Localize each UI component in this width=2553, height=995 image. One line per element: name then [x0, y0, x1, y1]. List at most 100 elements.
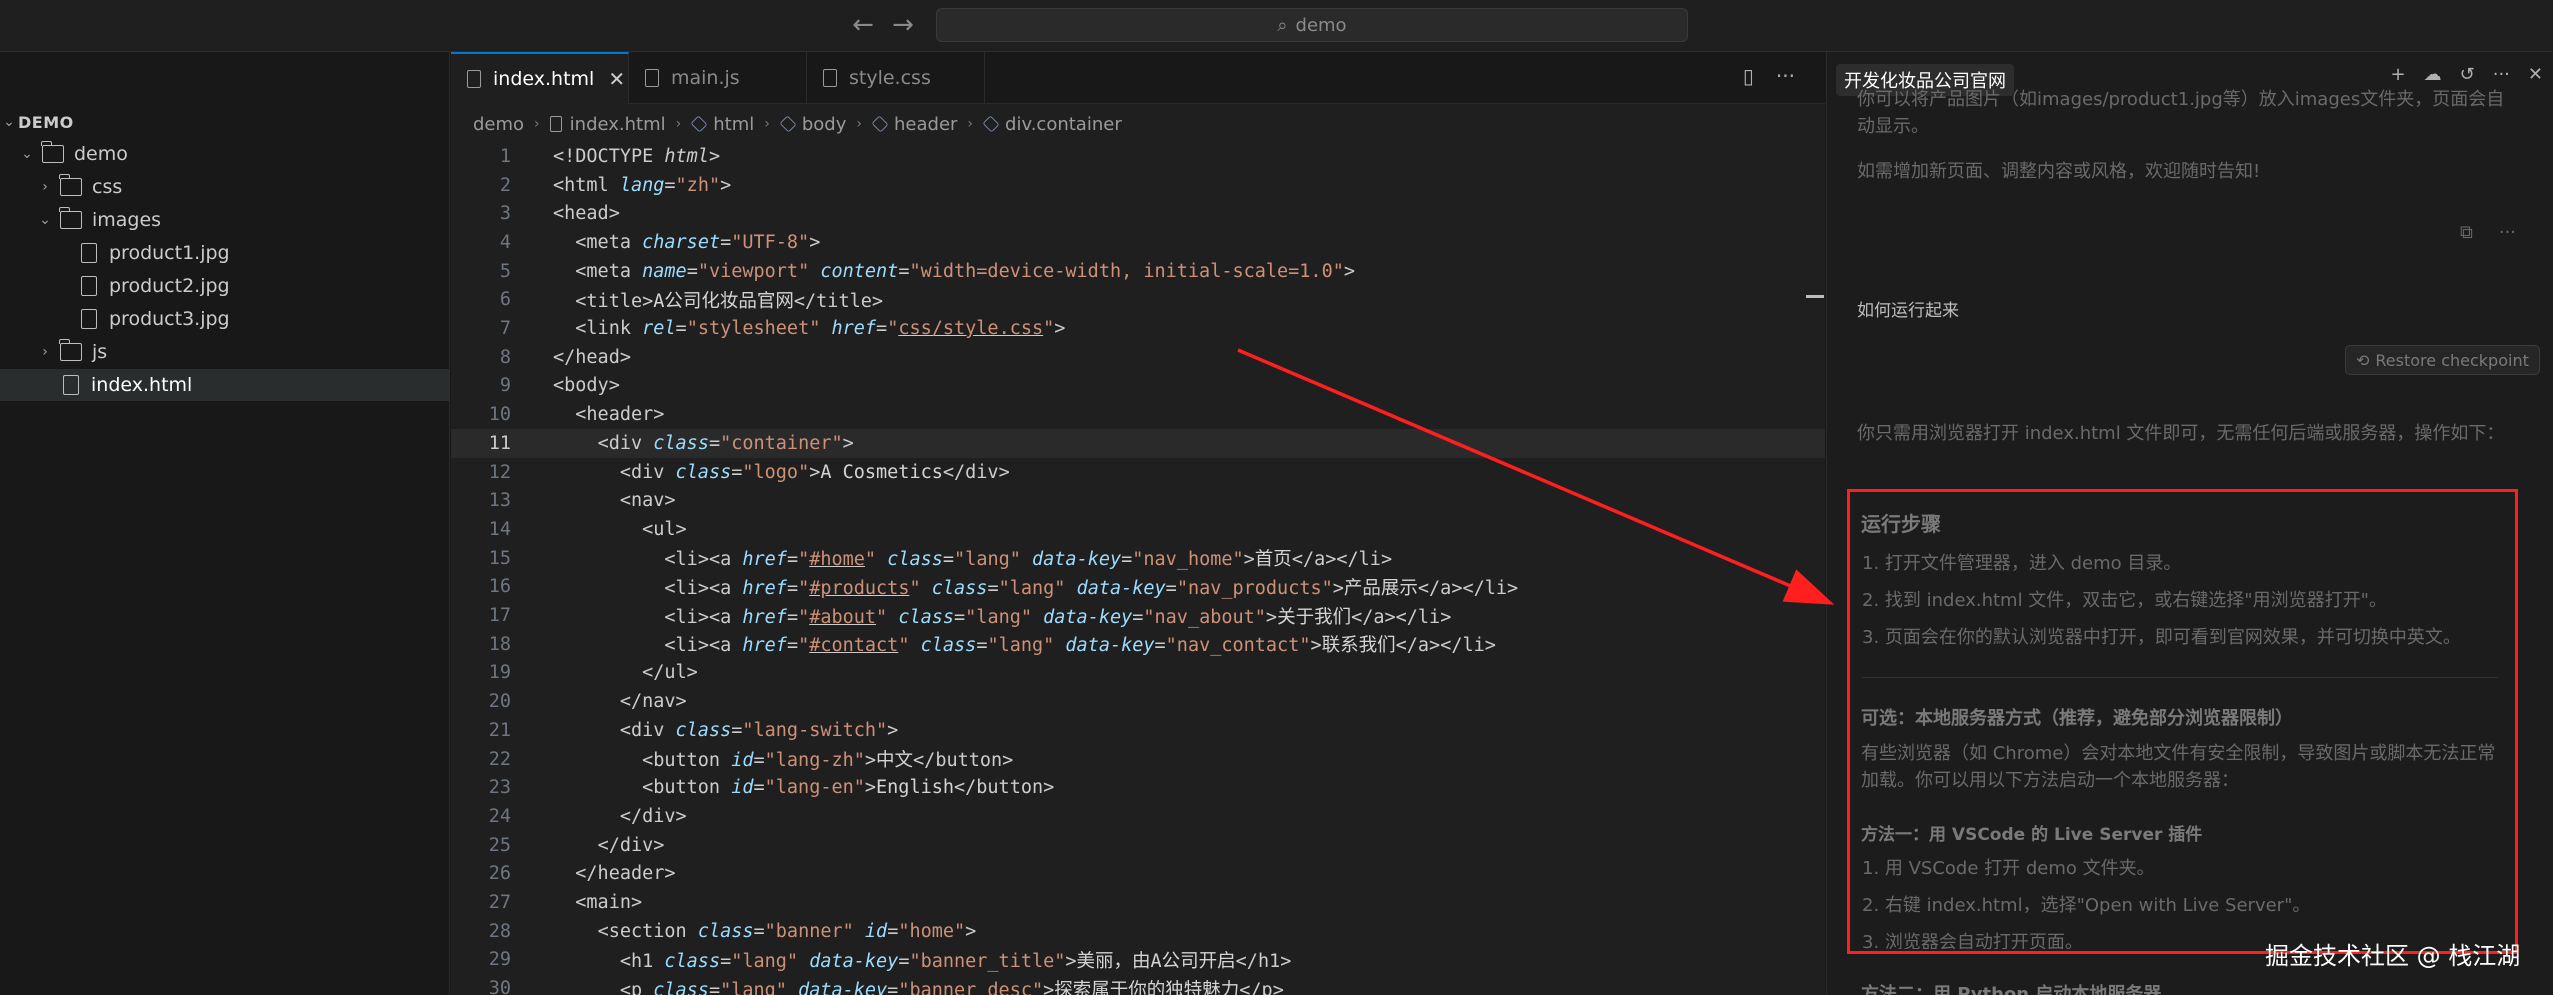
- code-text: <header>: [575, 404, 665, 426]
- code-line[interactable]: 15 <li><a href="#home" class="lang" data…: [451, 544, 1825, 573]
- code-line[interactable]: 20 </nav>: [451, 687, 1825, 716]
- code-line[interactable]: 26 </header>: [451, 860, 1825, 889]
- code-line[interactable]: 9 <body>: [451, 372, 1825, 401]
- folder-open-icon: [59, 207, 82, 229]
- split-editor-icon[interactable]: ▯: [1743, 64, 1754, 88]
- code-line[interactable]: 13 <nav>: [451, 486, 1825, 515]
- breadcrumb-item[interactable]: body: [802, 114, 847, 135]
- line-number: 26: [488, 863, 511, 885]
- breadcrumb-item[interactable]: header: [894, 114, 957, 135]
- file-icon: [645, 69, 659, 87]
- minimap-indicator[interactable]: [1806, 295, 1824, 298]
- line-number: 18: [488, 633, 511, 655]
- chevron-down-icon[interactable]: ⌄: [36, 212, 54, 228]
- code-line[interactable]: 18 <li><a href="#contact" class="lang" d…: [451, 630, 1825, 659]
- chevron-right-icon: ›: [675, 116, 682, 132]
- new-chat-icon[interactable]: +: [2391, 64, 2406, 85]
- tab-label: style.css: [849, 67, 931, 89]
- watermark: 掘金技术社区 @ 栈江湖: [2265, 942, 2521, 970]
- code-line[interactable]: 14 <ul>: [451, 515, 1825, 544]
- more-actions-icon[interactable]: ···: [1776, 64, 1795, 88]
- code-line[interactable]: 22 <button id="lang-zh">中文</button>: [451, 745, 1825, 774]
- code-line[interactable]: 19 </ul>: [451, 659, 1825, 688]
- copy-icon[interactable]: ⧉: [2460, 222, 2473, 243]
- tab-style-css[interactable]: style.css: [807, 52, 985, 104]
- file-icon: [81, 309, 97, 329]
- tab-main-js[interactable]: main.js: [629, 52, 807, 104]
- code-text: <meta charset="UTF-8">: [575, 231, 821, 253]
- code-line[interactable]: 8 </head>: [451, 343, 1825, 372]
- code-line[interactable]: 30 <p class="lang" data-key="banner_desc…: [451, 974, 1825, 995]
- cloud-icon[interactable]: ☁: [2424, 64, 2442, 85]
- chevron-down-icon[interactable]: ⌄: [18, 146, 36, 162]
- code-line[interactable]: 3 <head>: [451, 199, 1825, 228]
- tree-item-demo[interactable]: ⌄ demo: [0, 138, 450, 170]
- line-number: 3: [499, 203, 511, 225]
- code-text: <ul>: [642, 518, 687, 540]
- tree-item-product1-jpg[interactable]: product1.jpg: [0, 237, 450, 269]
- back-arrow-icon[interactable]: ←: [848, 10, 878, 40]
- more-actions-icon[interactable]: ···: [2499, 222, 2516, 243]
- code-line[interactable]: 7 <link rel="stylesheet" href="css/style…: [451, 314, 1825, 343]
- code-line[interactable]: 5 <meta name="viewport" content="width=d…: [451, 257, 1825, 286]
- assistant-intro: 你只需用浏览器打开 index.html 文件即可，无需任何后端或服务器，操作如…: [1857, 423, 2505, 444]
- code-line[interactable]: 23 <button id="lang-en">English</button>: [451, 773, 1825, 802]
- code-line[interactable]: 11 <div class="container">: [451, 429, 1825, 458]
- code-line[interactable]: 29 <h1 class="lang" data-key="banner_tit…: [451, 946, 1825, 975]
- tree-item-label: product2.jpg: [109, 275, 230, 297]
- code-line[interactable]: 16 <li><a href="#products" class="lang" …: [451, 573, 1825, 602]
- line-number: 28: [488, 920, 511, 942]
- forward-arrow-icon[interactable]: →: [888, 10, 918, 40]
- code-text: <link rel="stylesheet" href="css/style.c…: [575, 318, 1066, 340]
- breadcrumb-item[interactable]: div.container: [1005, 114, 1122, 135]
- tree-item-css[interactable]: › css: [0, 171, 450, 203]
- tree-item-product2-jpg[interactable]: product2.jpg: [0, 270, 450, 302]
- code-line[interactable]: 12 <div class="logo">A Cosmetics</div>: [451, 458, 1825, 487]
- breadcrumb-item[interactable]: demo: [473, 114, 524, 135]
- tree-item-images[interactable]: ⌄ images: [0, 204, 450, 236]
- tree-item-product3-jpg[interactable]: product3.jpg: [0, 303, 450, 335]
- tab-index-html[interactable]: index.html ✕: [451, 52, 629, 104]
- element-icon: [982, 115, 1000, 133]
- tree-item-label: product3.jpg: [109, 308, 230, 330]
- line-number: 2: [499, 174, 511, 196]
- chevron-right-icon: ›: [856, 116, 862, 132]
- code-line[interactable]: 10 <header>: [451, 400, 1825, 429]
- code-line[interactable]: 24 </div>: [451, 802, 1825, 831]
- folder-icon: [59, 174, 82, 196]
- code-line[interactable]: 21 <div class="lang-switch">: [451, 716, 1825, 745]
- command-center-search[interactable]: ⌕ demo: [936, 8, 1688, 42]
- code-text: <html lang="zh">: [553, 174, 732, 196]
- search-icon: ⌕: [1277, 14, 1288, 36]
- more-actions-icon[interactable]: ···: [2493, 64, 2510, 85]
- code-line[interactable]: 25 </div>: [451, 831, 1825, 860]
- code-text: <meta name="viewport" content="width=dev…: [575, 260, 1355, 282]
- explorer-root-label: DEMO: [18, 112, 74, 132]
- chevron-right-icon[interactable]: ›: [36, 344, 54, 360]
- tree-item-index-html[interactable]: index.html: [0, 369, 450, 401]
- code-line[interactable]: 27 <main>: [451, 888, 1825, 917]
- chevron-right-icon[interactable]: ›: [36, 179, 54, 195]
- history-icon[interactable]: ↺: [2460, 64, 2475, 85]
- line-number: 4: [499, 231, 511, 253]
- close-icon[interactable]: ✕: [608, 67, 625, 91]
- code-text: </div>: [619, 805, 687, 827]
- restore-checkpoint-button[interactable]: ⟲ Restore checkpoint: [2345, 345, 2540, 375]
- code-line[interactable]: 6 <title>A公司化妆品官网</title>: [451, 286, 1825, 315]
- element-icon: [871, 115, 889, 133]
- explorer-root-header[interactable]: ⌄ DEMO: [0, 106, 450, 138]
- code-line[interactable]: 1 <!DOCTYPE html>: [451, 142, 1825, 171]
- breadcrumb-item[interactable]: html: [713, 114, 754, 135]
- code-line[interactable]: 28 <section class="banner" id="home">: [451, 917, 1825, 946]
- restore-label: Restore checkpoint: [2375, 350, 2529, 370]
- code-line[interactable]: 2 <html lang="zh">: [451, 171, 1825, 200]
- line-number: 10: [488, 404, 511, 426]
- tree-item-js[interactable]: › js: [0, 336, 450, 368]
- close-icon[interactable]: ✕: [2528, 64, 2543, 85]
- code-line[interactable]: 17 <li><a href="#about" class="lang" dat…: [451, 601, 1825, 630]
- code-text: <title>A公司化妆品官网</title>: [575, 290, 883, 312]
- line-number: 21: [488, 719, 511, 741]
- breadcrumb-item[interactable]: index.html: [570, 114, 666, 135]
- restore-icon: ⟲: [2356, 350, 2370, 370]
- code-line[interactable]: 4 <meta charset="UTF-8">: [451, 228, 1825, 257]
